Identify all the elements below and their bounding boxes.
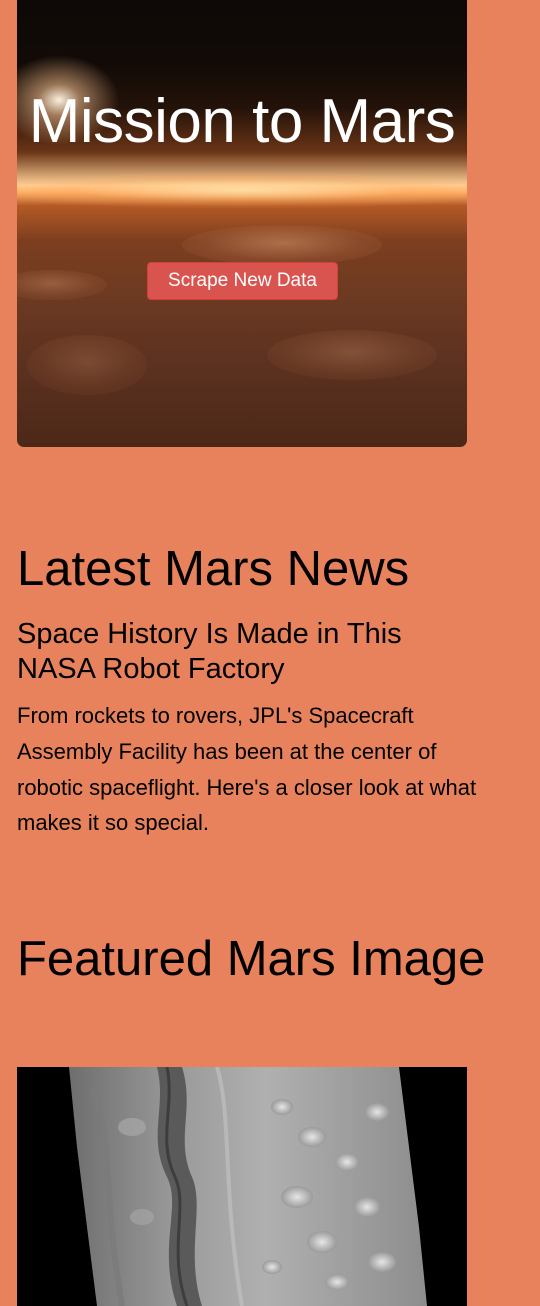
scrape-new-data-button[interactable]: Scrape New Data: [147, 262, 338, 300]
mars-crater: [27, 335, 147, 395]
mars-crater: [267, 330, 437, 380]
featured-image-heading: Featured Mars Image: [17, 932, 486, 986]
news-article-title: Space History Is Made in This NASA Robot…: [17, 618, 402, 685]
mars-horizon-glow: [17, 172, 467, 208]
news-article-paragraph: From rockets to rovers, JPL's Spacecraft…: [17, 703, 477, 836]
page-title: Mission to Mars: [28, 87, 456, 156]
hero-jumbotron: Mission to Mars Scrape New Data: [17, 0, 467, 447]
mars-crater: [17, 270, 107, 300]
featured-mars-image[interactable]: [17, 1067, 467, 1306]
latest-news-heading: Latest Mars News: [17, 542, 410, 596]
mars-crater: [182, 225, 382, 265]
mars-surface-image: [17, 1067, 467, 1306]
